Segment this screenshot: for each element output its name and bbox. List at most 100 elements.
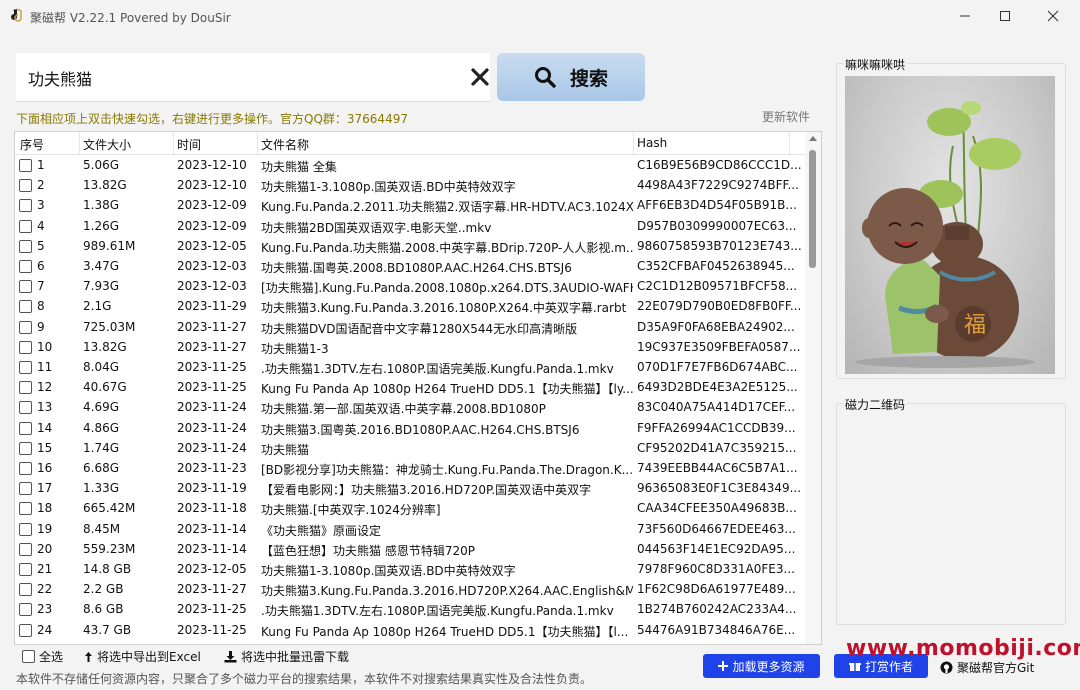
file-size: 4.69G: [83, 400, 120, 415]
file-size: 1.33G: [83, 481, 120, 496]
table-row[interactable]: 24 43.7 GB 2023-11-25 Kung Fu Panda Ap 1080…: [15, 620, 805, 640]
table-row[interactable]: 22 2.2 GB 2023-11-27 功夫熊猫3.Kung.Fu.Panda.3.…: [15, 579, 805, 599]
app-logo-icon: [11, 8, 22, 22]
maximize-button[interactable]: [982, 0, 1028, 32]
table-row[interactable]: 23 8.6 GB 2023-11-25 .功夫熊猫1.3DTV.左右.1080P.国…: [15, 599, 805, 619]
table-row[interactable]: 4 1.26G 2023-12-09 功夫熊猫2BD国英双语双字.电影天堂..mkv D…: [15, 216, 805, 236]
official-git-link[interactable]: 聚磁帮官方Git: [940, 659, 1034, 676]
file-hash: 1B274B760242AC233A4...: [637, 602, 797, 617]
disclaimer-text: 本软件不存储任何资源内容，只聚合了多个磁力平台的搜索结果，本软件不对搜索结果真实…: [16, 672, 593, 686]
table-row[interactable]: 21 14.8 GB 2023-12-05 功夫熊猫1-3.1080p.国英双语.BD…: [15, 559, 805, 579]
table-row[interactable]: 11 8.04G 2023-11-25 .功夫熊猫1.3DTV.左右.1080P.国语…: [15, 357, 805, 377]
file-time: 2023-12-03: [177, 259, 247, 273]
file-hash: 044563F14E1EC92DA95...: [637, 541, 796, 556]
file-size: 559.23M: [83, 541, 136, 556]
table-row[interactable]: 10 13.82G 2023-11-27 功夫熊猫1-3 19C937E3509FBEF…: [15, 337, 805, 357]
row-checkbox[interactable]: [19, 542, 32, 556]
column-header-time[interactable]: 时间: [177, 136, 201, 153]
table-row[interactable]: 13 4.69G 2023-11-24 功夫熊猫.第一部.国英双语.中英字幕.2008…: [15, 397, 805, 417]
column-header-size[interactable]: 文件大小: [83, 136, 131, 153]
row-checkbox[interactable]: [19, 421, 32, 435]
file-time: 2023-11-14: [177, 521, 247, 536]
scroll-up-arrow-icon[interactable]: [809, 136, 817, 141]
table-row[interactable]: 12 40.67G 2023-11-25 Kung Fu Panda Ap 1080p…: [15, 377, 805, 397]
file-size: 13.82G: [83, 178, 127, 193]
row-number: 19: [37, 521, 53, 536]
row-checkbox[interactable]: [19, 260, 32, 273]
table-row[interactable]: 20 559.23M 2023-11-14 【蓝色狂想】功夫熊猫 感恩节特辑720P 0…: [15, 539, 805, 559]
table-row[interactable]: 5 989.61M 2023-12-05 Kung.Fu.Panda.功夫熊猫.200…: [15, 236, 805, 256]
table-row[interactable]: 14 4.86G 2023-11-24 功夫熊猫3.国粤英.2016.BD1080P.…: [15, 418, 805, 438]
table-row[interactable]: 8 2.1G 2023-11-29 功夫熊猫3.Kung.Fu.Panda.3.201…: [15, 296, 805, 316]
table-row[interactable]: 15 1.74G 2023-11-24 功夫熊猫 CF95202D41A7C359215…: [15, 438, 805, 458]
file-time: 2023-11-14: [177, 541, 247, 556]
row-number: 15: [37, 440, 53, 455]
load-more-button[interactable]: 加载更多资源: [703, 654, 820, 678]
close-window-button[interactable]: [1030, 0, 1076, 32]
table-row[interactable]: 3 1.38G 2023-12-09 Kung.Fu.Panda.2.2011.功夫熊…: [15, 195, 805, 215]
file-time: 2023-12-05: [177, 562, 247, 576]
row-number: 3: [37, 198, 45, 213]
row-checkbox[interactable]: [19, 239, 32, 253]
row-checkbox[interactable]: [19, 179, 32, 193]
row-checkbox[interactable]: [19, 320, 32, 334]
column-header-hash[interactable]: Hash: [637, 136, 667, 150]
row-checkbox[interactable]: [19, 199, 32, 213]
file-hash: 6493D2BDE4E3A2E5125...: [637, 380, 798, 395]
row-checkbox[interactable]: [19, 482, 32, 496]
row-checkbox[interactable]: [19, 340, 32, 354]
table-row[interactable]: 19 8.45M 2023-11-14 《功夫熊猫》原画设定 73F560D64667E…: [15, 519, 805, 539]
batch-download-link[interactable]: 将选中批量迅雷下载: [224, 648, 349, 665]
row-number: 20: [37, 541, 53, 556]
file-size: 3.47G: [83, 259, 120, 273]
table-row[interactable]: 7 7.93G 2023-12-03 [功夫熊猫].Kung.Fu.Panda.200…: [15, 276, 805, 296]
scroll-thumb[interactable]: [809, 150, 816, 268]
table-row[interactable]: 9 725.03M 2023-11-27 功夫熊猫DVD国语配音中文字幕1280X54…: [15, 317, 805, 337]
row-checkbox[interactable]: [19, 280, 32, 294]
row-checkbox[interactable]: [19, 441, 32, 455]
file-size: 43.7 GB: [83, 622, 132, 637]
file-name: Kung.Fu.Panda.功夫熊猫.2008.中英字幕.BDrip.720P-…: [261, 240, 633, 255]
file-time: 2023-11-25: [177, 360, 247, 374]
column-header-no[interactable]: 序号: [20, 136, 44, 153]
column-header-name[interactable]: 文件名称: [261, 136, 309, 153]
clear-search-button[interactable]: [470, 67, 490, 87]
select-all-checkbox[interactable]: 全选: [22, 648, 63, 665]
row-checkbox[interactable]: [19, 522, 32, 536]
file-size: 14.8 GB: [83, 562, 132, 576]
row-number: 16: [37, 461, 53, 475]
file-size: 6.68G: [83, 461, 120, 475]
file-hash: CAA34CFEE350A49683B...: [637, 501, 797, 516]
search-input[interactable]: [26, 65, 450, 91]
row-checkbox[interactable]: [19, 563, 32, 576]
vertical-scrollbar[interactable]: [805, 132, 821, 644]
file-name: 功夫熊猫2BD国英双语双字.电影天堂..mkv: [261, 220, 492, 235]
table-row[interactable]: 2 13.82G 2023-12-10 功夫熊猫1-3.1080p.国英双语.BD中英…: [15, 175, 805, 195]
table-row[interactable]: 6 3.47G 2023-12-03 功夫熊猫.国粤英.2008.BD1080P.AA…: [15, 256, 805, 276]
export-excel-link[interactable]: 将选中导出到Excel: [84, 648, 201, 665]
row-checkbox[interactable]: [19, 502, 32, 516]
file-time: 2023-11-27: [177, 582, 247, 597]
file-size: 1.74G: [83, 440, 120, 455]
table-row[interactable]: 17 1.33G 2023-11-19 【爱看电影网：】功夫熊猫3.2016.HD72…: [15, 478, 805, 498]
file-hash: F9FFA26994AC1CCDB39...: [637, 420, 796, 435]
search-button[interactable]: 搜索: [497, 53, 645, 101]
update-software-link[interactable]: 更新软件: [762, 108, 810, 125]
maximize-icon: [1000, 11, 1010, 21]
row-checkbox[interactable]: [19, 603, 32, 617]
row-checkbox[interactable]: [19, 219, 32, 233]
row-checkbox[interactable]: [19, 300, 32, 314]
row-checkbox[interactable]: [19, 401, 32, 415]
table-row[interactable]: 1 5.06G 2023-12-10 功夫熊猫 全集 C16B9E56B9CD86CCC…: [15, 155, 805, 175]
row-checkbox[interactable]: [19, 159, 32, 172]
row-checkbox[interactable]: [19, 583, 32, 597]
row-checkbox[interactable]: [19, 623, 32, 637]
row-checkbox[interactable]: [19, 381, 32, 395]
table-row[interactable]: 16 6.68G 2023-11-23 [BD影视分享]功夫熊猫：神龙骑士.Kung.…: [15, 458, 805, 478]
file-name: .功夫熊猫1.3DTV.左右.1080P.国语完美版.Kungfu.Panda.…: [261, 604, 614, 619]
file-name: 功夫熊猫1-3.1080p.国英双语.BD中英特效双字: [261, 564, 516, 578]
row-checkbox[interactable]: [19, 462, 32, 475]
row-checkbox[interactable]: [19, 361, 32, 374]
file-size: 5.06G: [83, 158, 120, 172]
table-row[interactable]: 18 665.42M 2023-11-18 功夫熊猫.[中英双字.1024分辨率] CA…: [15, 498, 805, 518]
